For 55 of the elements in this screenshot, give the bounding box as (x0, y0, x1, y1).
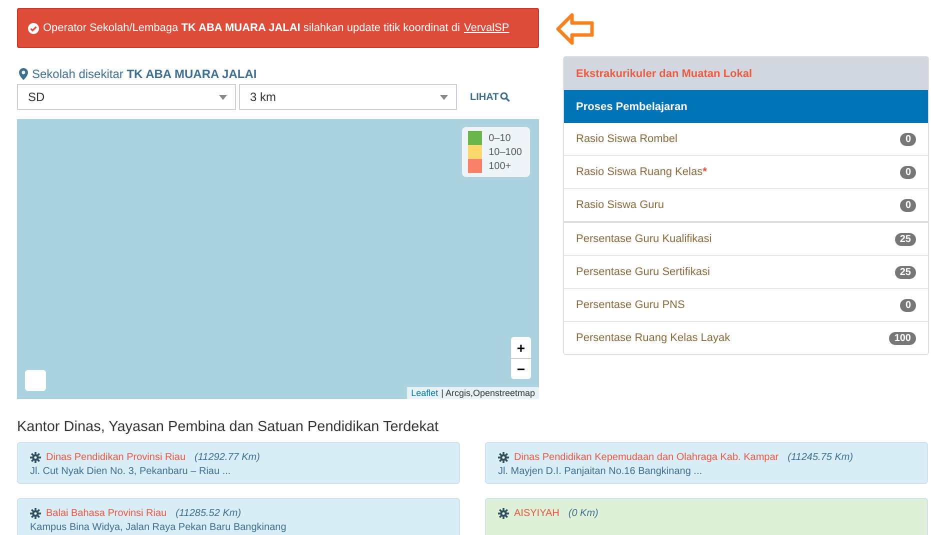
vervalsp-link[interactable]: VervalSP (464, 22, 510, 34)
count-badge: 25 (894, 232, 916, 246)
office-name: Balai Bahasa Provinsi Riau (46, 508, 167, 519)
office-card[interactable]: Dinas Pendidikan Kepemudaan dan Olahraga Kab. Kampar (11245.75 Km) Jl. Mayjen D.I. Panjaitan No.16 Bangkinang ... (485, 442, 928, 484)
caret-icon (219, 94, 227, 100)
map-control-button[interactable] (25, 370, 46, 391)
alert-message: Operator Sekolah/Lembaga TK ABA MUARA JALAI silahkan update titik koordinat di (43, 22, 460, 34)
distance-text: (11245.75 Km) (788, 452, 854, 463)
office-card[interactable]: Balai Bahasa Provinsi Riau (11285.52 Km) Kampus Bina Widya, Jalan Raya Pekan Baru Bangkinang (17, 498, 460, 535)
indicator-label: Rasio Siswa Ruang Kelas* (576, 166, 707, 178)
office-card[interactable]: AISYIYAH (0 Km) (485, 498, 928, 535)
indicator-label: Rasio Siswa Rombel (576, 133, 678, 145)
count-badge: 0 (900, 298, 916, 312)
count-badge: 25 (894, 266, 916, 278)
count-badge: 100 (889, 332, 916, 344)
distance-text: (0 Km) (568, 508, 598, 519)
section-heading: Kantor Dinas, Yayasan Pembina dan Satuan Pendidikan Terdekat (17, 419, 440, 435)
view-button[interactable]: LIHAT (468, 90, 512, 104)
legend-label: 10–100 (488, 146, 522, 158)
indicator-label: Persentase Ruang Kelas Layak (576, 332, 730, 344)
indicator-label: Persentase Guru PNS (576, 299, 685, 311)
count-badge: 0 (900, 198, 916, 212)
indicator-label: Rasio Siswa Guru (576, 199, 664, 211)
office-address: Kampus Bina Widya, Jalan Raya Pekan Baru Bangkinang (30, 522, 288, 533)
check-circle-icon (28, 22, 39, 34)
caret-icon (440, 94, 448, 100)
zoom-out-button[interactable]: − (511, 358, 531, 379)
attribution-text: | Arcgis,Openstreetmap (441, 388, 535, 398)
gear-icon (498, 508, 509, 519)
office-card[interactable]: Dinas Pendidikan Provinsi Riau (11292.77 Km) Jl. Cut Nyak Dien No. 3, Pekanbaru – Riau ... (17, 442, 460, 484)
office-address: Jl. Mayjen D.I. Panjaitan No.16 Bangkinang ... (498, 466, 704, 477)
map-pin-icon (19, 68, 28, 80)
map-area[interactable]: 0–10 10–100 100+ + − Leaflet | Arcgis,Openstreetmap (17, 119, 539, 399)
office-address: Jl. Cut Nyak Dien No. 3, Pekanbaru – Riau ... (30, 466, 232, 477)
distance-text: (11285.52 Km) (176, 508, 242, 519)
count-badge: 0 (900, 132, 916, 146)
dropdown-select[interactable]: SD (17, 84, 236, 110)
office-name: Dinas Pendidikan Kepemudaan dan Olahraga Kab. Kampar (514, 452, 779, 463)
indicator-label: Persentase Guru Kualifikasi (576, 233, 712, 245)
office-name: Dinas Pendidikan Provinsi Riau (46, 452, 186, 463)
location-label: Sekolah disekitar TK ABA MUARA JALAI (32, 67, 257, 81)
gear-icon (498, 452, 509, 463)
office-name: AISYIYAH (514, 508, 560, 519)
gear-icon (30, 452, 41, 463)
panel-tab[interactable]: Proses Pembelajaran (564, 90, 928, 123)
legend-label: 100+ (488, 160, 512, 172)
legend-label: 0–10 (488, 132, 511, 144)
gear-icon (30, 508, 41, 519)
search-icon (500, 92, 510, 102)
count-badge: 0 (900, 166, 916, 178)
indicator-label: Persentase Guru Sertifikasi (576, 266, 710, 278)
dropdown-select[interactable]: 3 km (239, 84, 457, 110)
leaflet-link[interactable]: Leaflet (411, 388, 438, 398)
distance-text: (11292.77 Km) (194, 452, 260, 463)
left-arrow-icon (555, 12, 595, 46)
